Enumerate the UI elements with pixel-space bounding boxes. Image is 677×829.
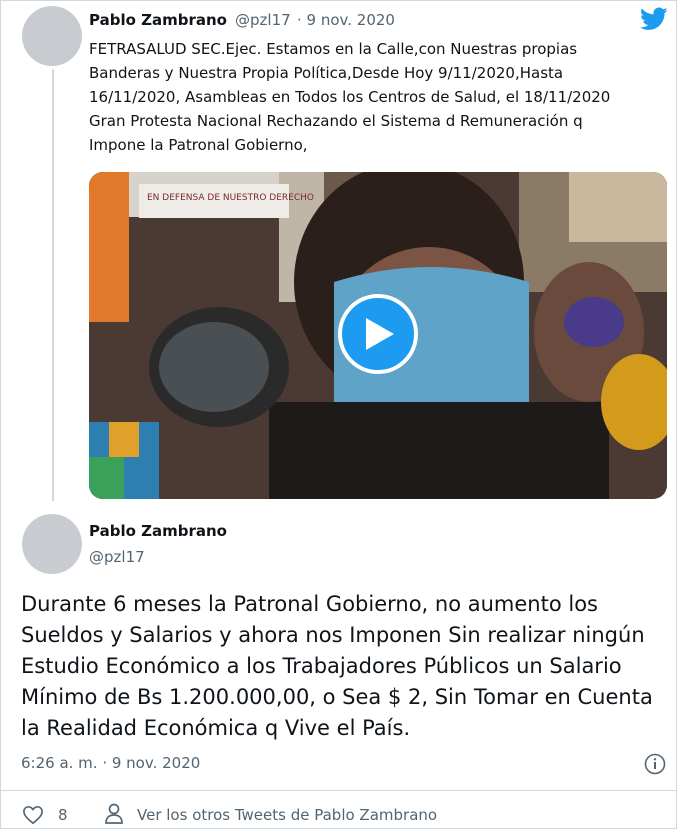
like-count[interactable]: 8 — [58, 806, 68, 824]
author-name[interactable]: Pablo Zambrano — [89, 11, 227, 29]
play-icon — [366, 318, 394, 350]
play-button[interactable] — [338, 294, 418, 374]
divider — [1, 790, 677, 791]
reply-avatar[interactable] — [22, 514, 82, 574]
author-handle[interactable]: @pzl17 — [235, 11, 291, 29]
protest-sign-text: EN DEFENSA DE NUESTRO DERECHO — [147, 193, 314, 203]
reply-author-name[interactable]: Pablo Zambrano — [89, 522, 227, 540]
twitter-bird-icon[interactable] — [640, 7, 668, 31]
heart-icon[interactable] — [22, 805, 44, 825]
thread-connector-line — [52, 69, 54, 501]
info-icon[interactable] — [644, 753, 666, 775]
reply-tweet-text: Durante 6 meses la Patronal Gobierno, no… — [21, 592, 653, 740]
more-tweets-link[interactable]: Ver los otros Tweets de Pablo Zambrano — [137, 806, 437, 824]
tweet-text: FETRASALUD SEC.Ejec. Estamos en la Calle… — [89, 40, 611, 154]
tweet-timestamp[interactable]: 6:26 a. m. · 9 nov. 2020 — [21, 754, 200, 772]
reply-author-handle[interactable]: @pzl17 — [89, 548, 145, 566]
tweet-date[interactable]: · 9 nov. 2020 — [297, 11, 395, 29]
embedded-tweet-card: Pablo Zambrano @pzl17 · 9 nov. 2020 FETR… — [0, 0, 677, 829]
person-icon[interactable] — [104, 803, 124, 825]
avatar[interactable] — [22, 6, 82, 66]
